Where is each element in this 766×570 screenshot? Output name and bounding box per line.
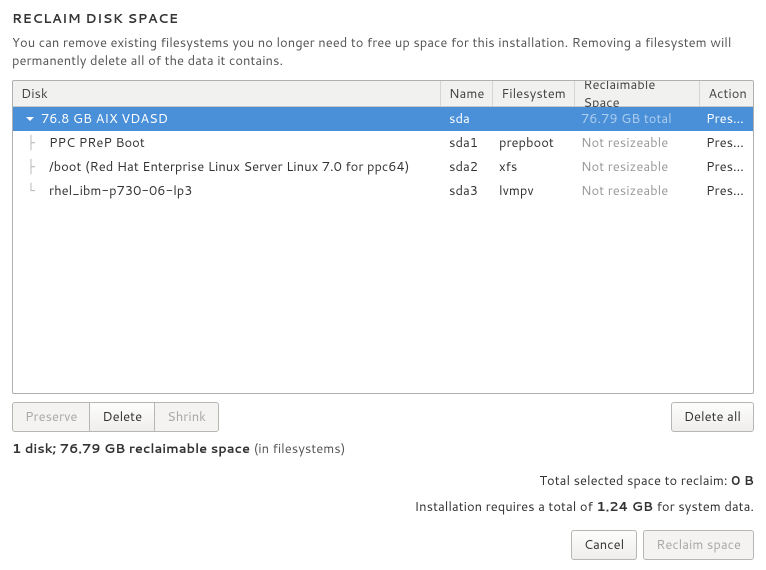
tree-glyph: └ [21, 184, 45, 199]
total-reclaim-label: Total selected space to reclaim: [539, 472, 727, 490]
dialog-description: You can remove existing filesystems you … [12, 34, 754, 70]
reclaim-dialog: RECLAIM DISK SPACE You can remove existi… [0, 0, 766, 570]
dialog-title: RECLAIM DISK SPACE [12, 10, 754, 28]
disk-label: /boot (Red Hat Enterprise Linux Server L… [49, 158, 410, 176]
reclaim-space-button[interactable]: Reclaim space [643, 530, 754, 560]
shrink-button[interactable]: Shrink [154, 402, 219, 432]
delete-all-button[interactable]: Delete all [671, 402, 754, 432]
expander-icon[interactable] [23, 112, 37, 126]
summary-bold: 1 disk; 76.79 GB reclaimable space [12, 440, 250, 458]
cell-action: Preserve [698, 110, 753, 128]
cell-disk: ├ /boot (Red Hat Enterprise Linux Server… [13, 158, 441, 176]
summary-suffix: (in filesystems) [254, 440, 346, 458]
cell-reclaimable: 76.79 GB total [573, 110, 698, 128]
cell-action: Preserve [698, 134, 753, 152]
cell-filesystem: xfs [491, 158, 573, 176]
cell-filesystem: lvmpv [491, 182, 573, 200]
cell-name: sda2 [441, 158, 491, 176]
install-prefix: Installation requires a total of [415, 498, 593, 516]
tree-glyph: ├ [21, 160, 45, 175]
cell-disk: └ rhel_ibm-p730-06-lp3 [13, 182, 441, 200]
col-header-name[interactable]: Name [441, 81, 493, 106]
disk-label: 76.8 GB AIX VDASD [41, 110, 168, 128]
cell-disk: ├ PPC PReP Boot [13, 134, 441, 152]
table-row[interactable]: 76.8 GB AIX VDASD sda 76.79 GB totalPreser… [13, 107, 753, 131]
preserve-button[interactable]: Preserve [12, 402, 90, 432]
col-header-disk[interactable]: Disk [13, 81, 441, 106]
dialog-footer: Cancel Reclaim space [12, 530, 754, 560]
install-value: 1.24 GB [596, 498, 653, 516]
install-suffix: for system data. [657, 498, 754, 516]
total-reclaim-line: Total selected space to reclaim: 0 B [12, 472, 754, 490]
col-header-reclaimable[interactable]: Reclaimable Space [575, 81, 700, 106]
disk-label: PPC PReP Boot [49, 134, 145, 152]
install-requires-line: Installation requires a total of 1.24 GB… [12, 498, 754, 516]
table-header: Disk Name Filesystem Reclaimable Space A… [13, 81, 753, 107]
action-bar: Preserve Delete Shrink Delete all [12, 402, 754, 432]
cell-disk: 76.8 GB AIX VDASD [13, 110, 441, 128]
reclaimable-summary: 1 disk; 76.79 GB reclaimable space (in f… [12, 440, 754, 458]
row-action-buttons: Preserve Delete Shrink [12, 402, 219, 432]
disk-label: rhel_ibm-p730-06-lp3 [49, 182, 193, 200]
cell-name: sda [441, 110, 491, 128]
cell-filesystem: prepboot [491, 134, 573, 152]
table-row[interactable]: ├ PPC PReP Bootsda1prepbootNot resizeabl… [13, 131, 753, 155]
table-row[interactable]: ├ /boot (Red Hat Enterprise Linux Server… [13, 155, 753, 179]
cancel-button[interactable]: Cancel [571, 530, 637, 560]
table-body: 76.8 GB AIX VDASDsda76.79 GB totalPreser… [13, 107, 753, 393]
cell-name: sda3 [441, 182, 491, 200]
tree-glyph: ├ [21, 136, 45, 151]
cell-action: Preserve [698, 158, 753, 176]
delete-button[interactable]: Delete [89, 402, 155, 432]
col-header-filesystem[interactable]: Filesystem [493, 81, 575, 106]
table-row[interactable]: └ rhel_ibm-p730-06-lp3sda3lvmpvNot resiz… [13, 179, 753, 203]
col-header-action[interactable]: Action [700, 81, 754, 106]
cell-reclaimable: Not resizeable [573, 182, 698, 200]
cell-name: sda1 [441, 134, 491, 152]
cell-reclaimable: Not resizeable [573, 134, 698, 152]
cell-reclaimable: Not resizeable [573, 158, 698, 176]
total-reclaim-value: 0 B [731, 472, 754, 490]
cell-action: Preserve [698, 182, 753, 200]
disk-table: Disk Name Filesystem Reclaimable Space A… [12, 80, 754, 394]
